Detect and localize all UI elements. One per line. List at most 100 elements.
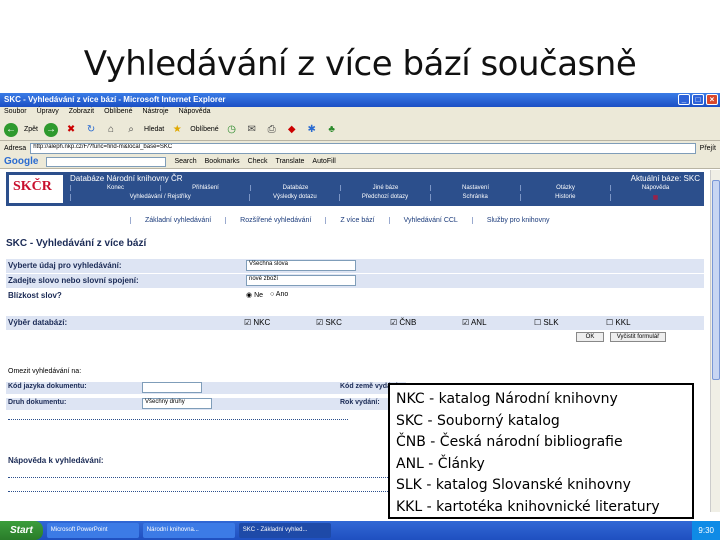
menu-view[interactable]: Zobrazit bbox=[69, 108, 94, 118]
proximity-no-label: Ne bbox=[254, 292, 264, 299]
tab-library-services[interactable]: Služby pro knihovny bbox=[471, 217, 564, 224]
field-select[interactable]: Všechna slova bbox=[246, 260, 356, 271]
site-header: SKČR Databáze Národní knihovny ČR Aktuál… bbox=[6, 172, 704, 206]
address-input[interactable]: http://aleph.nkp.cz/F/?func=find-m&local… bbox=[30, 142, 696, 154]
db-cnb-label: ČNB bbox=[399, 318, 417, 327]
database-legend-box: NKC - katalog Národní knihovny SKC - Sou… bbox=[388, 383, 694, 519]
close-button[interactable]: × bbox=[706, 94, 718, 105]
nav-basket[interactable]: Schránka bbox=[429, 194, 520, 201]
nav-help[interactable]: Nápověda bbox=[610, 185, 700, 191]
db-slk-checkbox[interactable]: ☐ SLK bbox=[534, 318, 559, 327]
history-icon[interactable]: ◷ bbox=[225, 123, 239, 137]
print-icon[interactable]: ⎙ bbox=[265, 123, 279, 137]
db-nkc-label: NKC bbox=[253, 318, 271, 327]
nav-settings[interactable]: Nastavení bbox=[430, 185, 520, 191]
address-label: Adresa bbox=[4, 144, 27, 152]
minimize-button[interactable]: _ bbox=[678, 94, 690, 105]
nav-top: Konec Přihlášení Databáze Jiné báze Nast… bbox=[70, 185, 700, 191]
refresh-icon[interactable]: ↻ bbox=[84, 123, 98, 137]
db-anl-label: ANL bbox=[470, 318, 487, 327]
lang-input[interactable] bbox=[142, 382, 202, 393]
slide-title: Vyhledávání z více bází současně bbox=[83, 44, 637, 84]
scrollbar-thumb[interactable] bbox=[712, 180, 720, 380]
start-button[interactable]: Start bbox=[0, 521, 43, 540]
window-title: SKC - Vyhledávání z více bází - Microsof… bbox=[4, 95, 226, 104]
year-label: Rok vydání: bbox=[340, 399, 380, 406]
menu-tools[interactable]: Nástroje bbox=[142, 108, 168, 118]
ok-button[interactable]: OK bbox=[576, 332, 604, 342]
google-translate-button[interactable]: Translate bbox=[276, 158, 305, 165]
db-nkc-checkbox[interactable]: ☑ NKC bbox=[244, 318, 270, 327]
legend-kkl: KKL - kartotéka knihovnické literatury bbox=[396, 498, 660, 515]
nav-questions[interactable]: Otázky bbox=[520, 185, 610, 191]
proximity-no-radio[interactable]: ◉ Ne bbox=[246, 291, 263, 299]
db-kkl-checkbox[interactable]: ☐ KKL bbox=[606, 318, 631, 327]
tab-advanced-search[interactable]: Rozšířené vyhledávání bbox=[225, 217, 325, 224]
proximity-yes-radio[interactable]: ○ Ano bbox=[270, 291, 288, 298]
tab-ccl-search[interactable]: Vyhledávání CCL bbox=[388, 217, 472, 224]
menu-file[interactable]: Soubor bbox=[4, 108, 27, 118]
maximize-button[interactable]: □ bbox=[692, 94, 704, 105]
page-title: SKC - Vyhledávání z více bází bbox=[6, 238, 147, 249]
lang-row: Kód jazyka dokumentu: Kód země vydání: bbox=[6, 382, 406, 394]
uk-flag-icon[interactable]: ▦ bbox=[609, 194, 700, 201]
field-select-row: Vyberte údaj pro vyhledávání: Všechna sl… bbox=[6, 259, 704, 273]
menu-edit[interactable]: Úpravy bbox=[37, 108, 59, 118]
clear-form-button[interactable]: Vyčistit formulář bbox=[610, 332, 666, 342]
nav-results[interactable]: Výsledky dotazu bbox=[249, 194, 339, 201]
doctype-select[interactable]: Všechny druhy bbox=[142, 398, 212, 409]
google-bookmarks-button[interactable]: Bookmarks bbox=[205, 158, 240, 165]
task-nk-browser[interactable]: Národní knihovna... bbox=[142, 523, 235, 538]
nav-databases[interactable]: Databáze bbox=[250, 185, 340, 191]
db-anl-checkbox[interactable]: ☑ ANL bbox=[462, 318, 487, 327]
system-tray-clock: 9:30 bbox=[692, 521, 720, 540]
bluetooth-icon[interactable]: ✱ bbox=[305, 123, 319, 137]
lang-label: Kód jazyka dokumentu: bbox=[8, 383, 87, 390]
doctype-row: Druh dokumentu: Všechny druhy Rok vydání… bbox=[6, 398, 406, 410]
google-check-button[interactable]: Check bbox=[248, 158, 268, 165]
site-name: Databáze Národní knihovny ČR bbox=[70, 174, 183, 183]
help-line-2 bbox=[8, 486, 388, 492]
nav-previous-queries[interactable]: Předchozí dotazy bbox=[339, 194, 429, 201]
query-input[interactable]: nové zboží bbox=[246, 275, 356, 286]
stop-icon[interactable]: ✖ bbox=[64, 123, 78, 137]
back-label[interactable]: Zpět bbox=[24, 126, 38, 133]
search-icon[interactable]: ⌕ bbox=[124, 123, 138, 137]
window-titlebar: SKC - Vyhledávání z více bází - Microsof… bbox=[0, 93, 720, 107]
go-label[interactable]: Přejít bbox=[700, 145, 716, 152]
db-skc-checkbox[interactable]: ☑ SKC bbox=[316, 318, 342, 327]
menu-favorites[interactable]: Oblíbené bbox=[104, 108, 132, 118]
search-label[interactable]: Hledat bbox=[144, 126, 164, 133]
nav-other-bases[interactable]: Jiné báze bbox=[340, 185, 430, 191]
mail-icon[interactable]: ✉ bbox=[245, 123, 259, 137]
limit-heading: Omezit vyhledávání na: bbox=[8, 368, 82, 375]
google-search-button[interactable]: Search bbox=[174, 158, 196, 165]
tab-basic-search[interactable]: Základní vyhledávání bbox=[130, 217, 225, 224]
vertical-scrollbar[interactable] bbox=[710, 170, 720, 512]
query-label: Zadejte slovo nebo slovní spojení: bbox=[8, 276, 139, 285]
task-skc-browser[interactable]: SKC - Základní vyhled... bbox=[238, 523, 331, 538]
back-arrow-icon[interactable]: ← bbox=[4, 122, 18, 137]
task-powerpoint[interactable]: Microsoft PowerPoint bbox=[46, 523, 139, 538]
acrobat-icon[interactable]: ◆ bbox=[285, 123, 299, 137]
nav-history[interactable]: Historie bbox=[519, 194, 610, 201]
favorites-label[interactable]: Oblíbené bbox=[190, 126, 218, 133]
db-cnb-checkbox[interactable]: ☑ ČNB bbox=[390, 318, 416, 327]
query-row: Zadejte slovo nebo slovní spojení: nové … bbox=[6, 274, 704, 288]
nav-search-indexes[interactable]: Vyhledávání / Rejstříky bbox=[70, 194, 249, 201]
info-line bbox=[8, 414, 348, 420]
google-autofill-button[interactable]: AutoFill bbox=[312, 158, 335, 165]
nav-login[interactable]: Přihlášení bbox=[160, 185, 250, 191]
legend-nkc: NKC - katalog Národní knihovny bbox=[396, 391, 618, 407]
google-search-input[interactable] bbox=[46, 156, 167, 167]
nav-logout[interactable]: Konec bbox=[70, 185, 160, 191]
favorites-star-icon[interactable]: ★ bbox=[170, 123, 184, 137]
tab-multi-base[interactable]: Z více bází bbox=[325, 217, 388, 224]
forward-arrow-icon[interactable]: → bbox=[44, 122, 59, 137]
menu-help[interactable]: Nápověda bbox=[179, 108, 211, 118]
home-icon[interactable]: ⌂ bbox=[104, 123, 118, 137]
database-row: Výběr databází: ☑ NKC ☑ SKC ☑ ČNB ☑ ANL … bbox=[6, 316, 704, 330]
database-label: Výběr databází: bbox=[8, 318, 68, 327]
db-skc-label: SKC bbox=[325, 318, 342, 327]
messenger-icon[interactable]: ♣ bbox=[325, 123, 339, 137]
